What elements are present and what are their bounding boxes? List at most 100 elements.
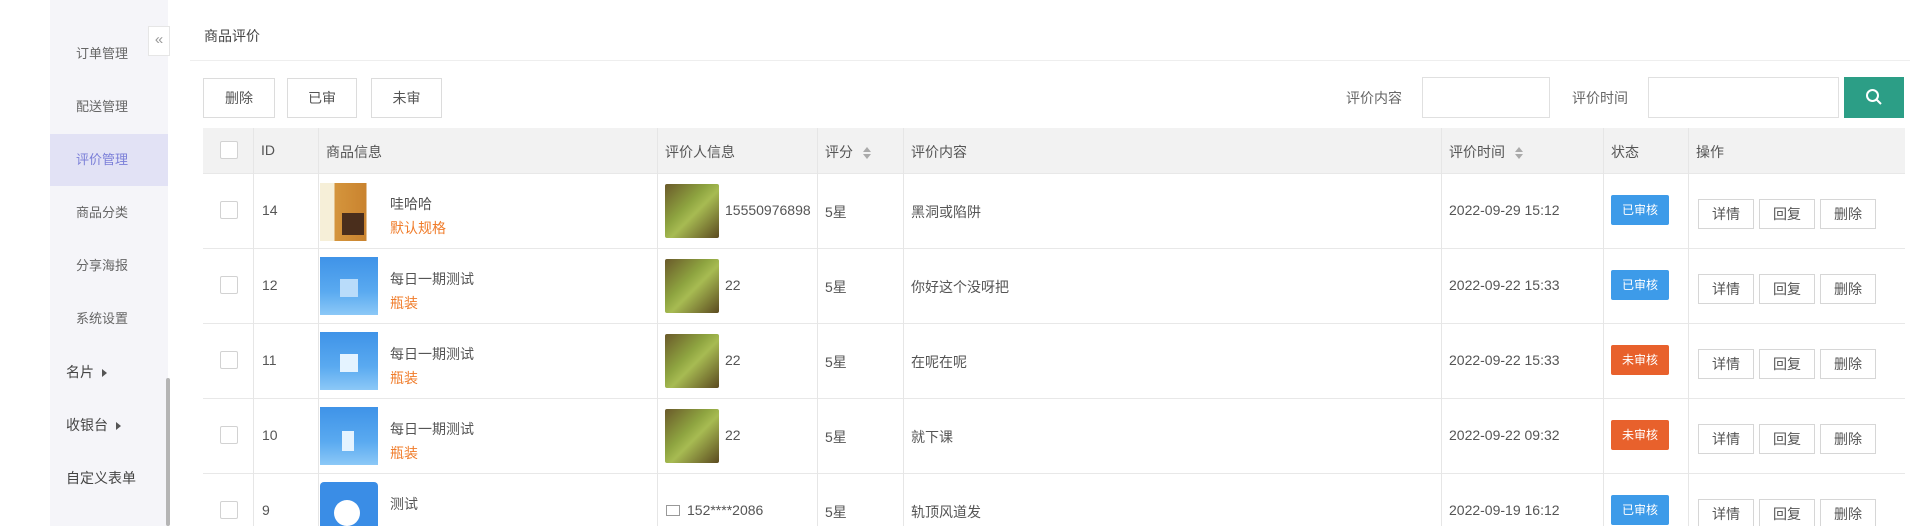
review-score: 5星 [825, 354, 847, 370]
avatar [665, 259, 719, 313]
filter-reviewed-button[interactable]: 已审 [287, 78, 357, 118]
delete-button[interactable]: 删除 [1820, 424, 1876, 454]
product-name: 每日一期测试 [390, 346, 474, 362]
detail-button[interactable]: 详情 [1698, 424, 1754, 454]
select-all-checkbox[interactable] [220, 141, 238, 159]
column-header-content: 评价内容 [911, 144, 967, 160]
review-score: 5星 [825, 504, 847, 520]
reviewer-name: 22 [725, 352, 741, 368]
column-header-score[interactable]: 评分 [825, 142, 871, 162]
column-header-reviewer: 评价人信息 [665, 144, 735, 160]
status-badge: 已审核 [1611, 270, 1669, 300]
product-name: 哇哈哈 [390, 196, 432, 212]
reply-button[interactable]: 回复 [1759, 349, 1815, 379]
search-button[interactable] [1844, 77, 1904, 118]
reply-button[interactable]: 回复 [1759, 274, 1815, 304]
reply-button[interactable]: 回复 [1759, 199, 1815, 229]
collapse-sidebar-button[interactable]: « [148, 26, 170, 56]
sidebar-item-label: 分享海报 [76, 258, 129, 273]
product-spec: 瓶装 [390, 370, 418, 386]
sidebar-item-custom-form[interactable]: 自定义表单 [50, 452, 168, 504]
delete-button[interactable]: 删除 [1820, 199, 1876, 229]
sidebar-item-label: 配送管理 [76, 99, 129, 114]
sidebar-item-delivery[interactable]: 配送管理 [50, 81, 168, 133]
avatar [665, 409, 719, 463]
product-name: 每日一期测试 [390, 271, 474, 287]
product-thumbnail [320, 183, 378, 241]
reviewer-name: 15550976898 [725, 202, 811, 218]
row-id: 12 [262, 277, 278, 293]
column-divider [1688, 128, 1689, 526]
column-header-actions: 操作 [1696, 144, 1724, 160]
column-header-time-label: 评价时间 [1449, 144, 1505, 160]
product-thumbnail [320, 407, 378, 465]
review-content: 轨顶风道发 [911, 504, 981, 520]
detail-button[interactable]: 详情 [1698, 199, 1754, 229]
detail-button[interactable]: 详情 [1698, 499, 1754, 526]
caret-right-icon [116, 422, 121, 431]
column-divider [318, 128, 319, 526]
column-header-id: ID [261, 142, 275, 158]
column-header-score-label: 评分 [825, 144, 853, 160]
row-checkbox[interactable] [220, 426, 238, 444]
caret-right-icon [102, 369, 107, 378]
column-divider [817, 128, 818, 526]
sidebar-item-card[interactable]: 名片 [50, 346, 168, 398]
sidebar-item-cashier[interactable]: 收银台 [50, 399, 168, 451]
row-checkbox[interactable] [220, 276, 238, 294]
sort-icon[interactable] [1515, 147, 1523, 160]
reviewer-name: 22 [725, 277, 741, 293]
status-badge: 已审核 [1611, 195, 1669, 225]
delete-button[interactable]: 删除 [1820, 349, 1876, 379]
review-score: 5星 [825, 204, 847, 220]
status-badge: 未审核 [1611, 420, 1669, 450]
review-time: 2022-09-22 09:32 [1449, 427, 1560, 443]
sidebar-item-label: 收银台 [66, 417, 108, 433]
product-spec: 瓶装 [390, 295, 418, 311]
filter-unreviewed-button[interactable]: 未审 [371, 78, 442, 118]
bulk-delete-button[interactable]: 删除 [203, 78, 275, 118]
delete-button[interactable]: 删除 [1820, 499, 1876, 526]
column-divider [253, 128, 254, 526]
sidebar-scrollbar[interactable] [166, 378, 170, 526]
review-content: 在呢在呢 [911, 354, 967, 370]
sidebar-item-reviews[interactable]: 评价管理 [50, 134, 168, 186]
sidebar-item-categories[interactable]: 商品分类 [50, 187, 168, 239]
avatar [665, 334, 719, 388]
delete-button[interactable]: 删除 [1820, 274, 1876, 304]
column-header-product: 商品信息 [326, 144, 382, 160]
column-header-status: 状态 [1611, 144, 1639, 160]
status-badge: 已审核 [1611, 495, 1669, 525]
table-row: 11 每日一期测试 瓶装 22 5星 在呢在呢 2022-09-22 15:33… [203, 323, 1905, 398]
column-divider [1441, 128, 1442, 526]
review-time: 2022-09-29 15:12 [1449, 202, 1560, 218]
sidebar-item-settings[interactable]: 系统设置 [50, 293, 168, 345]
table-row: 9 测试 152****2086 5星 轨顶风道发 2022-09-19 16:… [203, 473, 1905, 526]
content-filter-input[interactable] [1422, 77, 1550, 118]
search-icon [1866, 89, 1882, 105]
reply-button[interactable]: 回复 [1759, 499, 1815, 526]
column-divider [903, 128, 904, 526]
sidebar-item-share-poster[interactable]: 分享海报 [50, 240, 168, 292]
detail-button[interactable]: 详情 [1698, 274, 1754, 304]
detail-button[interactable]: 详情 [1698, 349, 1754, 379]
product-name: 每日一期测试 [390, 421, 474, 437]
table-header: ID 商品信息 评价人信息 评分 评价内容 评价时间 状态 操作 [203, 128, 1905, 173]
review-content: 就下课 [911, 429, 953, 445]
sidebar: 订单管理 配送管理 评价管理 商品分类 分享海报 系统设置 名片 收银台 自定义… [50, 0, 168, 526]
time-filter-input[interactable] [1648, 77, 1839, 118]
product-spec: 默认规格 [390, 220, 446, 236]
row-checkbox[interactable] [220, 351, 238, 369]
review-score: 5星 [825, 429, 847, 445]
status-badge: 未审核 [1611, 345, 1669, 375]
column-header-time[interactable]: 评价时间 [1449, 142, 1523, 162]
column-divider [1603, 128, 1604, 526]
sidebar-item-label: 自定义表单 [66, 470, 136, 486]
reply-button[interactable]: 回复 [1759, 424, 1815, 454]
product-name: 测试 [390, 496, 418, 512]
row-checkbox[interactable] [220, 201, 238, 219]
sort-icon[interactable] [863, 147, 871, 160]
reviewer-name: 152****2086 [687, 502, 764, 518]
product-thumbnail [320, 332, 378, 390]
row-checkbox[interactable] [220, 501, 238, 519]
